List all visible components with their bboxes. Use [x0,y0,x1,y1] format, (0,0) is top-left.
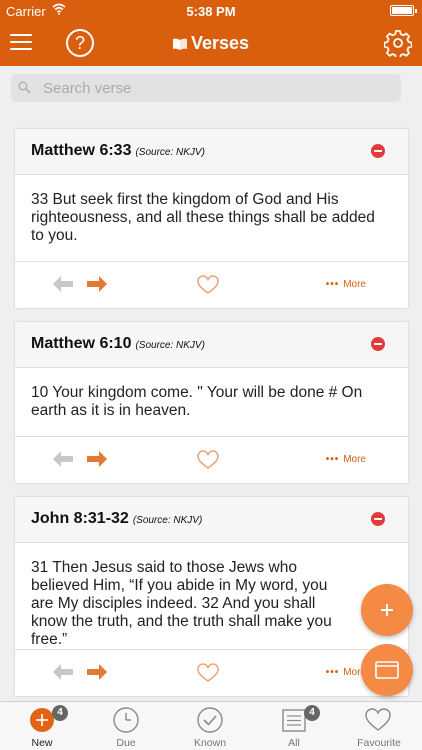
heart-icon [365,708,391,731]
verse-reference-text: John 8:31-32 [31,510,129,527]
new-count-badge: 4 [52,705,68,721]
search-input[interactable] [43,77,393,99]
verse-source: (Source: NKJV) [135,340,205,351]
heart-icon[interactable] [197,450,219,470]
more-label: More [343,454,366,465]
tab-label: Known [193,737,227,749]
verse-reference: Matthew 6:33 (Source: NKJV) [31,142,205,160]
verse-card-header: Matthew 6:33 (Source: NKJV) [15,129,408,175]
verse-card: Matthew 6:10 (Source: NKJV) 10 Your kingd… [15,322,408,483]
remove-verse-button[interactable] [371,144,385,158]
add-verse-button[interactable] [361,584,413,636]
tab-due[interactable]: Due [84,702,168,750]
more-dots-icon: ••• [325,667,340,678]
folder-button[interactable] [361,644,413,696]
search-area [0,66,422,112]
heart-icon[interactable] [197,275,219,295]
verse-reference: John 8:31-32 (Source: NKJV) [31,510,202,528]
all-count-badge: 4 [304,705,320,721]
verse-text: 31 Then Jesus said to those Jews who bel… [15,543,408,650]
tab-bar: 4 New Due Known 4 All Favourite [0,701,422,750]
more-button[interactable]: ••• More [326,454,366,465]
verse-text: 33 But seek first the kingdom of God and… [15,175,408,262]
more-dots-icon: ••• [325,454,340,465]
more-button[interactable]: ••• More [326,279,366,290]
verse-card-footer: ••• More [15,650,408,696]
status-time: 5:38 PM [186,4,236,19]
verse-reference-text: Matthew 6:10 [31,335,132,352]
battery-icon [390,5,417,16]
arrow-left-icon[interactable] [53,664,73,680]
folder-icon [375,661,399,679]
gear-icon[interactable] [384,29,412,57]
arrow-right-icon[interactable] [87,664,107,680]
verse-source: (Source: NKJV) [135,147,205,158]
verse-card-footer: ••• More [15,437,408,483]
verse-card-header: John 8:31-32 (Source: NKJV) [15,497,408,543]
verse-reference: Matthew 6:10 (Source: NKJV) [31,335,205,353]
search-box[interactable] [11,74,401,102]
tab-new[interactable]: 4 New [0,702,84,750]
verse-card-header: Matthew 6:10 (Source: NKJV) [15,322,408,368]
tab-label: Due [116,737,136,749]
arrow-left-icon[interactable] [53,451,73,467]
remove-verse-button[interactable] [371,337,385,351]
tab-all[interactable]: 4 All [252,702,336,750]
page-title: Verses [0,33,422,54]
tab-label: New [31,737,53,749]
verse-reference-text: Matthew 6:33 [31,142,132,159]
heart-icon[interactable] [197,663,219,683]
tab-label: Favourite [357,737,401,749]
arrow-left-icon[interactable] [53,276,73,292]
arrow-right-icon[interactable] [87,451,107,467]
verse-card: Matthew 6:33 (Source: NKJV) 33 But seek f… [15,129,408,308]
tab-favourite[interactable]: Favourite [336,702,422,750]
clock-icon [113,707,139,733]
remove-verse-button[interactable] [371,512,385,526]
nav-bar: ? Verses [0,22,422,66]
verse-card-footer: ••• More [15,262,408,308]
book-icon [172,38,187,50]
more-label: More [343,279,366,290]
status-bar: Carrier 5:38 PM [0,0,422,22]
tab-known[interactable]: Known [168,702,252,750]
arrow-right-icon[interactable] [87,276,107,292]
checkmark-circle-icon [197,707,223,733]
search-icon [18,81,31,94]
more-button[interactable]: ••• More [326,667,366,678]
page-title-text: Verses [190,33,250,53]
verse-card: John 8:31-32 (Source: NKJV) 31 Then Jesus… [15,497,408,696]
more-dots-icon: ••• [325,279,340,290]
tab-label: All [288,737,300,749]
verse-source: (Source: NKJV) [132,515,203,526]
verse-text: 10 Your kingdom come. " Your will be don… [15,368,408,437]
